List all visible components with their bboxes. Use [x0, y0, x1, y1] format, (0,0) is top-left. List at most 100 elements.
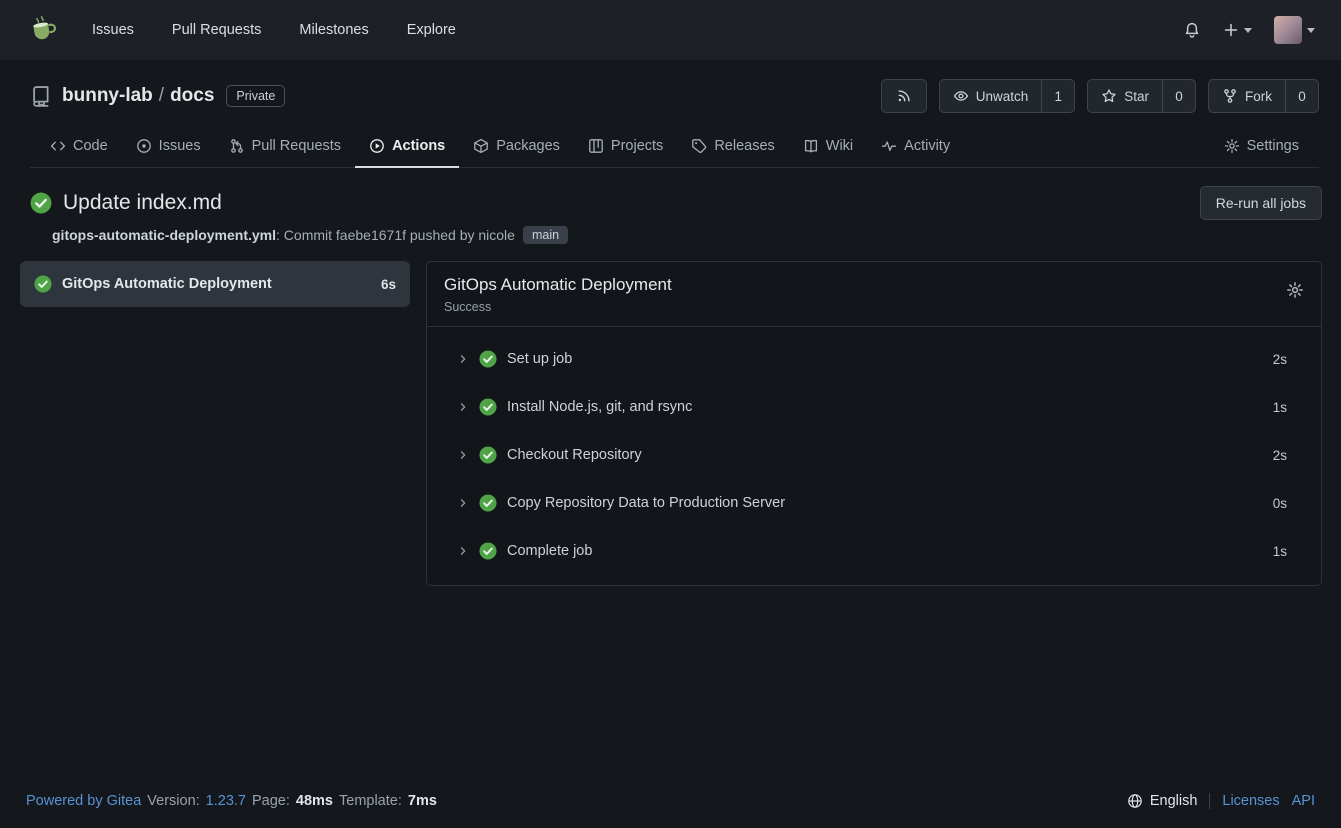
- step-status-success-icon: [479, 494, 497, 512]
- gear-icon: [1286, 281, 1304, 299]
- step-status-success-icon: [479, 398, 497, 416]
- step-duration: 1s: [1273, 544, 1287, 559]
- version-link[interactable]: 1.23.7: [206, 793, 246, 809]
- api-link[interactable]: API: [1292, 793, 1315, 809]
- powered-by-gitea-link[interactable]: Powered by Gitea: [26, 793, 141, 809]
- tab-projects[interactable]: Projects: [574, 126, 677, 168]
- watch-button-group: Unwatch 1: [939, 79, 1076, 113]
- job-panel-header: GitOps Automatic Deployment Success: [427, 262, 1321, 327]
- step-duration: 1s: [1273, 400, 1287, 415]
- repo-owner-link[interactable]: bunny-lab: [62, 85, 153, 107]
- rerun-all-jobs-button[interactable]: Re-run all jobs: [1200, 186, 1322, 220]
- tab-label: Activity: [904, 138, 950, 154]
- run-title: Update index.md: [63, 191, 222, 215]
- step-row[interactable]: Checkout Repository 2s: [427, 431, 1321, 479]
- eye-icon: [953, 88, 969, 104]
- tab-actions[interactable]: Actions: [355, 126, 459, 168]
- step-row[interactable]: Install Node.js, git, and rsync 1s: [427, 383, 1321, 431]
- gitea-logo[interactable]: [28, 14, 60, 46]
- avatar: [1274, 16, 1302, 44]
- tab-packages[interactable]: Packages: [459, 126, 574, 168]
- repo-tabs: Code Issues Pull Requests Actions P: [30, 126, 1319, 168]
- unwatch-button[interactable]: Unwatch: [939, 79, 1042, 113]
- template-time-value: 7ms: [408, 793, 437, 809]
- tab-activity[interactable]: Activity: [867, 126, 964, 168]
- step-row[interactable]: Copy Repository Data to Production Serve…: [427, 479, 1321, 527]
- user-menu-button[interactable]: [1274, 16, 1315, 44]
- star-button-group: Star 0: [1087, 79, 1196, 113]
- chevron-right-icon: [457, 401, 469, 413]
- branch-badge[interactable]: main: [523, 226, 568, 244]
- nav-item-issues[interactable]: Issues: [92, 22, 134, 38]
- chevron-down-icon: [1244, 28, 1252, 33]
- step-list: Set up job 2s Install Node.js, git, and …: [427, 327, 1321, 585]
- step-name: Complete job: [507, 543, 1263, 559]
- job-list-item[interactable]: GitOps Automatic Deployment 6s: [20, 261, 410, 307]
- job-settings-button[interactable]: [1286, 281, 1304, 299]
- footer-divider: [1209, 793, 1210, 809]
- create-new-button[interactable]: [1223, 22, 1252, 38]
- package-icon: [473, 138, 489, 154]
- star-label: Star: [1124, 89, 1149, 104]
- globe-icon: [1127, 793, 1143, 809]
- step-name: Set up job: [507, 351, 1263, 367]
- tab-label: Code: [73, 138, 108, 154]
- job-list: GitOps Automatic Deployment 6s: [20, 261, 410, 307]
- repo-icon: [30, 85, 52, 107]
- fork-label: Fork: [1245, 89, 1272, 104]
- star-count[interactable]: 0: [1162, 79, 1196, 113]
- step-row[interactable]: Complete job 1s: [427, 527, 1321, 575]
- nav-item-pull-requests[interactable]: Pull Requests: [172, 22, 261, 38]
- tab-label: Releases: [714, 138, 774, 154]
- page-time-label: Page:: [252, 793, 290, 809]
- notifications-button[interactable]: [1183, 21, 1201, 39]
- actions-play-icon: [369, 138, 385, 154]
- tab-code[interactable]: Code: [36, 126, 122, 168]
- book-icon: [803, 138, 819, 154]
- step-name: Checkout Repository: [507, 447, 1263, 463]
- chevron-down-icon: [1307, 28, 1315, 33]
- job-duration: 6s: [381, 277, 396, 292]
- repo-name-link[interactable]: docs: [170, 85, 214, 107]
- run-status-success-icon: [30, 192, 52, 214]
- issue-icon: [136, 138, 152, 154]
- tab-settings[interactable]: Settings: [1210, 126, 1313, 168]
- tab-issues[interactable]: Issues: [122, 126, 215, 168]
- tab-releases[interactable]: Releases: [677, 126, 788, 168]
- run-header: Update index.md Re-run all jobs: [20, 186, 1322, 220]
- footer-right: English Licenses API: [1127, 793, 1315, 809]
- chevron-right-icon: [457, 353, 469, 365]
- page-time-value: 48ms: [296, 793, 333, 809]
- run-title-wrap: Update index.md: [20, 191, 222, 215]
- licenses-link[interactable]: Licenses: [1222, 793, 1279, 809]
- visibility-badge: Private: [226, 85, 285, 107]
- star-button[interactable]: Star: [1087, 79, 1162, 113]
- fork-button[interactable]: Fork: [1208, 79, 1285, 113]
- rss-feed-button[interactable]: [881, 79, 927, 113]
- gitea-cup-icon: [28, 14, 60, 46]
- nav-item-milestones[interactable]: Milestones: [299, 22, 368, 38]
- step-duration: 2s: [1273, 448, 1287, 463]
- step-row[interactable]: Set up job 2s: [427, 335, 1321, 383]
- run-subtitle: gitops-automatic-deployment.yml: Commit …: [52, 225, 1322, 245]
- template-time-label: Template:: [339, 793, 402, 809]
- gear-icon: [1224, 138, 1240, 154]
- language-selector[interactable]: English: [1127, 793, 1198, 809]
- tab-pull-requests[interactable]: Pull Requests: [215, 126, 355, 168]
- fork-count[interactable]: 0: [1285, 79, 1319, 113]
- tab-label: Wiki: [826, 138, 853, 154]
- workflow-file-name: gitops-automatic-deployment.yml: [52, 227, 276, 243]
- rss-icon: [896, 88, 912, 104]
- job-panel-title: GitOps Automatic Deployment: [444, 275, 672, 295]
- step-name: Copy Repository Data to Production Serve…: [507, 495, 1263, 511]
- step-name: Install Node.js, git, and rsync: [507, 399, 1263, 415]
- tab-wiki[interactable]: Wiki: [789, 126, 867, 168]
- job-panel-titles: GitOps Automatic Deployment Success: [444, 275, 672, 314]
- commit-info: : Commit faebe1671f pushed by nicole: [276, 227, 515, 243]
- run-body: GitOps Automatic Deployment 6s GitOps Au…: [20, 261, 1322, 586]
- unwatch-label: Unwatch: [976, 89, 1029, 104]
- watch-count[interactable]: 1: [1041, 79, 1075, 113]
- footer-left: Powered by Gitea Version: 1.23.7 Page: 4…: [26, 793, 437, 809]
- fork-button-group: Fork 0: [1208, 79, 1319, 113]
- nav-item-explore[interactable]: Explore: [407, 22, 456, 38]
